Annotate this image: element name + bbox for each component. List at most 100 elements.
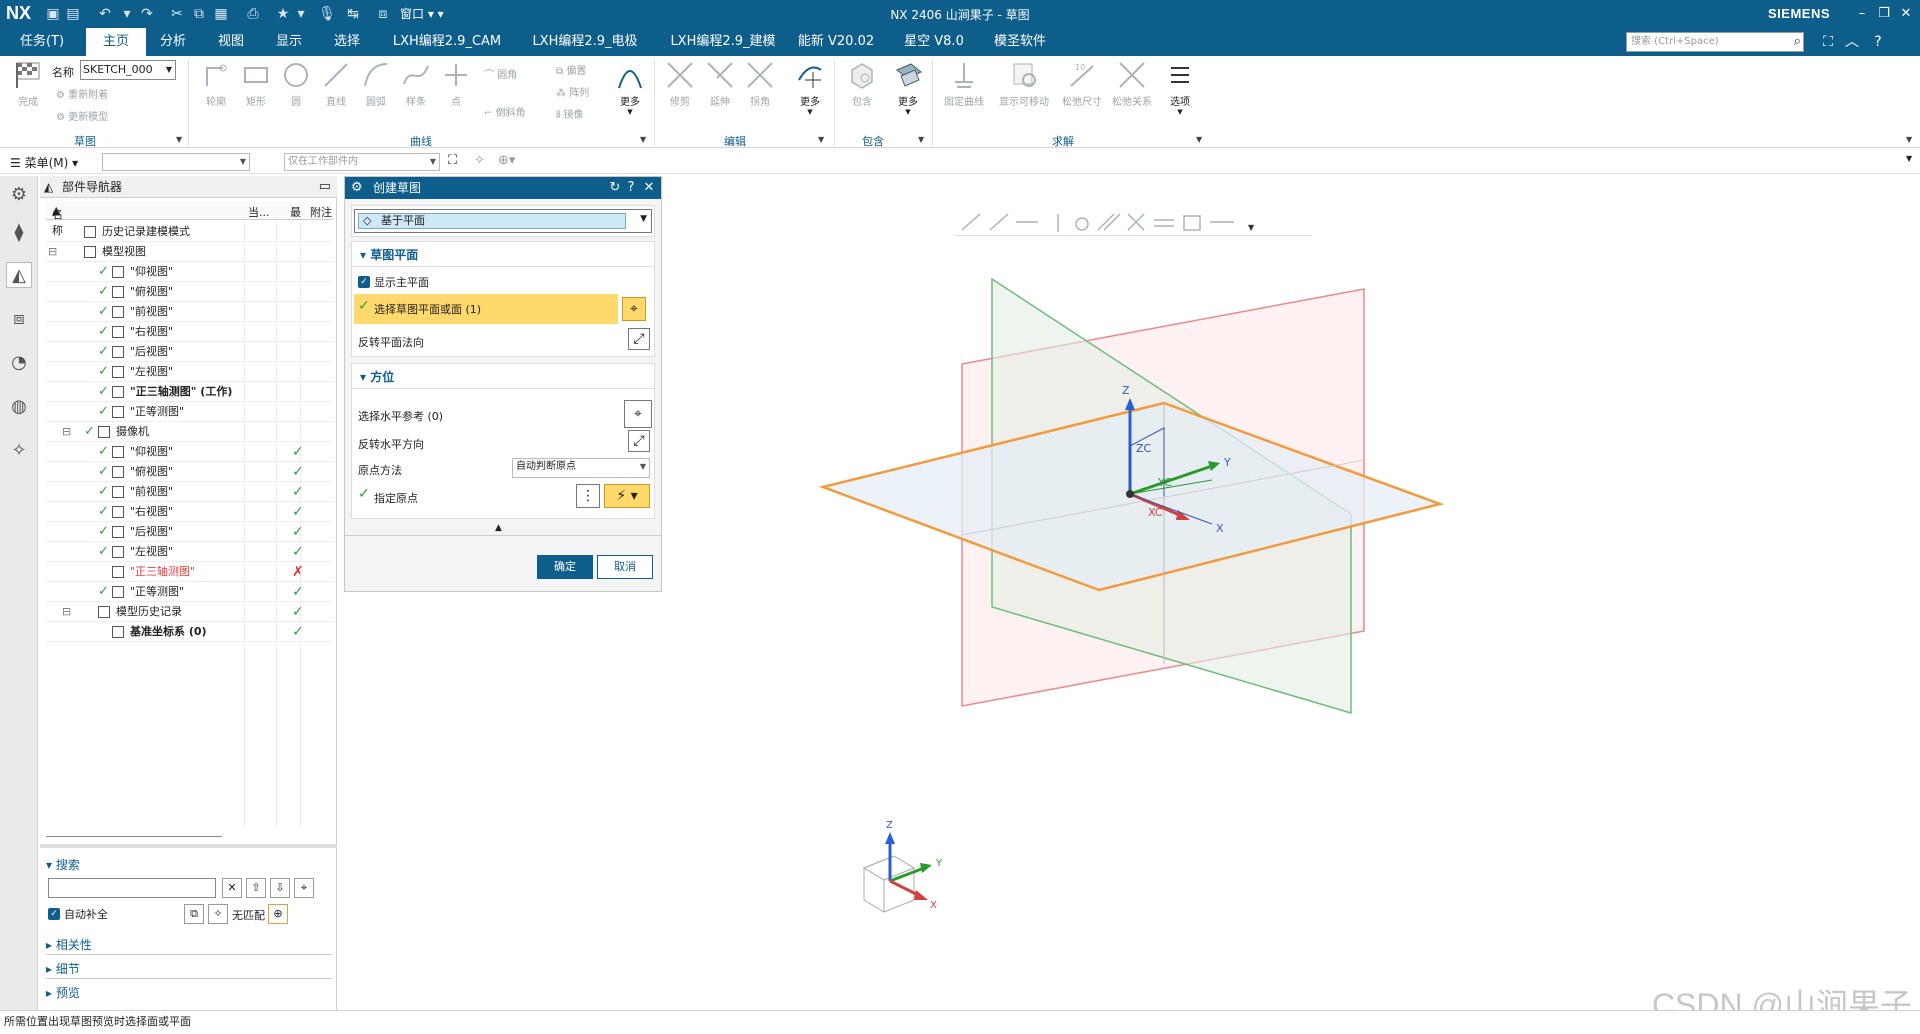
show-main-plane-checkbox[interactable]: ✓ <box>358 276 370 288</box>
crosshair-icon[interactable]: ⌖ <box>622 297 646 321</box>
history-icon[interactable]: ◔ <box>6 350 32 376</box>
tree-node[interactable]: ✓ "正等测图" <box>46 402 333 422</box>
redo-icon[interactable]: ↷ <box>138 5 156 23</box>
undo-icon[interactable]: ↶ <box>96 5 114 23</box>
tree-node[interactable]: ⊟ 模型视图 <box>46 242 333 262</box>
menu-button[interactable]: ☰ 菜单(M) ▾ <box>10 154 78 171</box>
search-highlight-icon[interactable]: ⊕ <box>268 904 288 924</box>
window-switch-icon[interactable]: ⧈ <box>374 5 392 23</box>
pattern-button[interactable]: ⁂ 阵列 <box>556 84 606 99</box>
collapse-dialog-icon[interactable]: ▲ <box>495 523 502 533</box>
trim-button[interactable]: 修剪 <box>662 60 698 108</box>
paste-icon[interactable]: ▦ <box>212 5 230 23</box>
update-model-button[interactable]: ⚙ 更新模型 <box>56 108 108 123</box>
tab-display[interactable]: 显示 <box>266 28 312 56</box>
gear-icon[interactable]: ⚙ <box>6 182 32 208</box>
tab-task[interactable]: 任务(T) <box>8 28 76 56</box>
details-section[interactable]: ▸ 细节 <box>46 960 80 977</box>
relax-dimension-button[interactable]: 10 松弛尺寸 <box>1058 60 1106 108</box>
reverse-horizontal-icon[interactable]: ⤢ <box>628 430 650 452</box>
crosshair-icon[interactable]: ⌖ <box>624 400 652 428</box>
restore-icon[interactable]: ❐ <box>1874 4 1894 24</box>
preview-section[interactable]: ▸ 预览 <box>46 984 80 1001</box>
reset-icon[interactable]: ↻ <box>607 177 623 199</box>
search-filter-icon[interactable]: ✧ <box>208 904 228 924</box>
help-icon[interactable]: ? <box>623 177 639 199</box>
touch-mode-icon[interactable]: ↹ <box>344 5 362 23</box>
curve-more-button[interactable]: 更多 ▼ <box>612 60 648 116</box>
inferred-point-icon[interactable]: ⚡ ▾ <box>604 484 650 508</box>
tab-xingkong[interactable]: 星空 V8.0 <box>896 28 972 56</box>
relax-relation-button[interactable]: 松弛关系 <box>1108 60 1156 108</box>
tree-node[interactable]: ✓ "后视图" <box>46 342 333 362</box>
collapse-ribbon-icon[interactable]: ︿ <box>1842 32 1862 52</box>
tab-view[interactable]: 视图 <box>208 28 254 56</box>
tree-node[interactable]: ⊟ 模型历史记录 ✓ <box>46 602 333 622</box>
ribbon-expand-icon[interactable]: ▼ <box>1906 135 1912 144</box>
include-button[interactable]: 包含 <box>842 60 882 108</box>
tree-node[interactable]: ⊟ ✓ 摄像机 <box>46 422 333 442</box>
tab-analysis[interactable]: 分析 <box>150 28 196 56</box>
tree-toggle-icon[interactable]: ⊟ <box>62 422 71 442</box>
search-target-icon[interactable]: ⌖ <box>294 878 314 898</box>
orientation-header[interactable]: ▾ 方位 <box>360 368 394 385</box>
tab-mosheng[interactable]: 模圣软件 <box>984 28 1056 56</box>
web-browser-icon[interactable]: ◍ <box>6 394 32 420</box>
reattach-button[interactable]: ⚙ 重新附着 <box>56 86 108 101</box>
profile-button[interactable]: 轮廓 <box>198 60 234 108</box>
search-down-icon[interactable]: ⇩ <box>270 878 290 898</box>
tree-node[interactable]: ✓ "正三轴测图" (工作) <box>46 382 333 402</box>
tree-node[interactable]: ✓ "前视图" ✓ <box>46 482 333 502</box>
fullscreen-icon[interactable]: ⛶ <box>1818 32 1838 52</box>
point-dialog-icon[interactable]: ⋮ <box>576 484 600 508</box>
tab-lxh-modeling[interactable]: LXH编程2.9_建模 <box>660 28 786 56</box>
point-button[interactable]: 点 <box>438 60 474 108</box>
tree-node[interactable]: "正三轴测图" ✗ <box>46 562 333 582</box>
group-dropdown-icon[interactable]: ▼ <box>818 135 824 144</box>
part-navigator-icon[interactable]: ◭ <box>6 262 32 288</box>
dependencies-section[interactable]: ▸ 相关性 <box>46 936 92 953</box>
corner-button[interactable]: 拐角 <box>742 60 778 108</box>
show-movable-button[interactable]: 显示可移动 <box>994 60 1054 108</box>
line-button[interactable]: 直线 <box>318 60 354 108</box>
snap-point-icon[interactable]: ✧ <box>474 153 485 168</box>
fillet-button[interactable]: ⌒ 圆角 <box>484 66 540 81</box>
roles-icon[interactable]: ✧ <box>6 438 32 464</box>
cancel-button[interactable]: 取消 <box>597 555 653 579</box>
finish-sketch-button[interactable]: 完成 <box>8 60 48 108</box>
toolbar-expand-icon[interactable]: ▼ <box>1906 154 1912 163</box>
maximize-icon[interactable]: ▭ <box>319 176 331 198</box>
tree-node[interactable]: ✓ "俯视图" ✓ <box>46 462 333 482</box>
tree-node[interactable]: ✓ "仰视图" ✓ <box>46 442 333 462</box>
reuse-library-icon[interactable]: ⧈ <box>6 306 32 332</box>
gear-icon[interactable]: ⚙ <box>351 177 363 199</box>
tree-node[interactable]: 历史记录建模模式 <box>46 222 333 242</box>
ok-button[interactable]: 确定 <box>537 555 593 579</box>
window-menu[interactable]: 窗口 ▾ ▾ <box>400 5 444 22</box>
close-icon[interactable]: ✕ <box>1896 4 1916 24</box>
navigator-search-input[interactable] <box>48 878 216 898</box>
include-more-button[interactable]: 更多 ▼ <box>888 60 928 116</box>
tree-node[interactable]: ✓ "右视图" <box>46 322 333 342</box>
search-options-icon[interactable]: ⧉ <box>184 904 204 924</box>
offset-button[interactable]: ⧉ 偏置 <box>556 62 606 77</box>
tree-node[interactable]: ✓ "左视图" <box>46 362 333 382</box>
graphics-window[interactable]: ▼ Z Y X ZC YC XC Z Y X <box>664 176 1920 1010</box>
save-icon[interactable]: ▣ <box>44 5 62 23</box>
fix-curve-button[interactable]: 固定曲线 <box>940 60 988 108</box>
tree-node[interactable]: ✓ "俯视图" <box>46 282 333 302</box>
mirror-button[interactable]: ⫴ 镜像 <box>556 106 606 121</box>
tree-node[interactable]: ✓ "仰视图" <box>46 262 333 282</box>
close-icon[interactable]: ✕ <box>641 177 657 199</box>
select-filter-icon[interactable]: ⛶ <box>448 153 457 168</box>
reverse-normal-icon[interactable]: ⤢ <box>628 328 650 350</box>
autocomplete-checkbox[interactable]: ✓ <box>48 908 60 920</box>
column-notes[interactable]: 附注 <box>310 204 332 220</box>
extend-button[interactable]: 延伸 <box>702 60 738 108</box>
clear-search-icon[interactable]: ✕ <box>222 878 242 898</box>
tree-node[interactable]: ✓ "前视图" <box>46 302 333 322</box>
arc-button[interactable]: 圆弧 <box>358 60 394 108</box>
favorite-icon[interactable]: ★ <box>274 5 292 23</box>
search-section-header[interactable]: ▾ 搜索 <box>46 856 80 873</box>
spline-button[interactable]: 样条 <box>398 60 434 108</box>
